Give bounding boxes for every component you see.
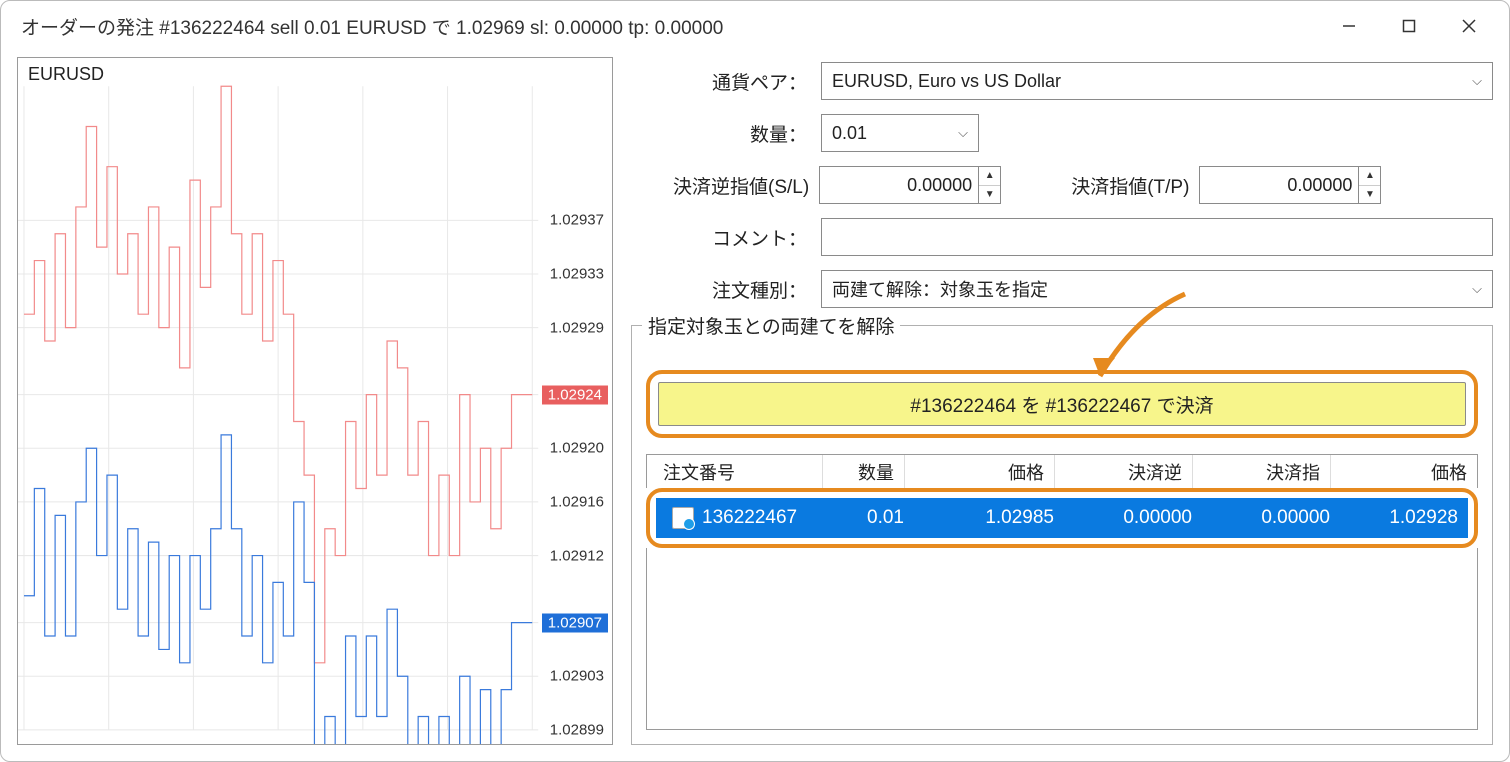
symbol-combo[interactable]: EURUSD, Euro vs US Dollar ⌵ [821,62,1493,100]
sl-input[interactable]: 0.00000 ▲▼ [819,166,1001,204]
close-by-button[interactable]: #136222464 を #136222467 で決済 [658,382,1466,426]
minimize-icon [1342,19,1356,33]
cell-price: 1.02985 [985,507,1054,529]
arrow-down-icon[interactable]: ▼ [1359,186,1380,204]
window-controls [1319,6,1499,46]
content: EURUSD 1.029371.029331.029291.029241.029… [1,51,1509,761]
cell-order: 136222467 [702,507,797,529]
chevron-down-icon: ⌵ [1472,73,1482,89]
close-button-highlight: #136222464 を #136222467 で決済 [646,370,1478,438]
chevron-down-icon: ⌵ [958,125,968,141]
bid-price-tag: 1.02907 [542,613,608,632]
cell-price2: 1.02928 [1389,507,1458,529]
chart-canvas [18,58,612,744]
tp-value: 0.00000 [1200,175,1358,196]
arrow-down-icon[interactable]: ▼ [979,186,1000,204]
symbol-value: EURUSD, Euro vs US Dollar [832,71,1061,92]
cell-volume: 0.01 [867,507,904,529]
comment-input[interactable] [821,218,1493,256]
volume-value: 0.01 [832,123,867,144]
maximize-button[interactable] [1379,6,1439,46]
cell-sl: 0.00000 [1123,507,1192,529]
window-title: オーダーの発注 #136222464 sell 0.01 EURUSD で 1.… [21,13,1319,40]
close-by-button-label: #136222464 を #136222467 で決済 [910,391,1213,418]
col-tp: 決済指 [1193,455,1331,488]
volume-label: 数量： [631,120,807,147]
col-order: 注文番号 [647,455,823,488]
cell-tp: 0.00000 [1261,507,1330,529]
chart-symbol-label: EURUSD [28,64,104,85]
titlebar: オーダーの発注 #136222464 sell 0.01 EURUSD で 1.… [1,1,1509,51]
price-chart[interactable]: EURUSD 1.029371.029331.029291.029241.029… [17,57,613,745]
symbol-label: 通貨ペア： [631,68,807,95]
col-price: 価格 [905,455,1055,488]
tp-input[interactable]: 0.00000 ▲▼ [1199,166,1381,204]
tp-label: 決済指値(T/P) [1071,172,1189,199]
sl-label: 決済逆指値(S/L) [673,172,809,199]
volume-combo[interactable]: 0.01 ⌵ [821,114,979,152]
positions-table-header: 注文番号 数量 価格 決済逆 決済指 価格 [646,454,1478,488]
order-form: 通貨ペア： EURUSD, Euro vs US Dollar ⌵ 数量： 0.… [631,57,1493,745]
close-icon [1461,18,1477,34]
close-by-fieldset: 指定対象玉との両建てを解除 #136222464 を #136222467 で決… [631,325,1493,745]
sl-value: 0.00000 [820,175,978,196]
comment-label: コメント： [631,224,807,251]
col-price2: 価格 [1331,455,1477,488]
minimize-button[interactable] [1319,6,1379,46]
type-value: 両建て解除：対象玉を指定 [832,276,1048,302]
arrow-up-icon[interactable]: ▲ [979,167,1000,186]
chevron-down-icon: ⌵ [1472,281,1482,297]
table-row[interactable]: 136222467 0.01 1.02985 0.00000 0.00000 1… [656,498,1468,538]
positions-table-body[interactable] [646,548,1478,730]
col-volume: 数量 [823,455,905,488]
arrow-up-icon[interactable]: ▲ [1359,167,1380,186]
maximize-icon [1402,19,1416,33]
selected-row-highlight: 136222467 0.01 1.02985 0.00000 0.00000 1… [646,488,1478,548]
close-button[interactable] [1439,6,1499,46]
order-window: オーダーの発注 #136222464 sell 0.01 EURUSD で 1.… [0,0,1510,762]
col-sl: 決済逆 [1055,455,1193,488]
type-label: 注文種別： [631,276,807,303]
ask-price-tag: 1.02924 [542,385,608,404]
order-type-combo[interactable]: 両建て解除：対象玉を指定 ⌵ [821,270,1493,308]
order-icon [672,507,694,529]
fieldset-legend: 指定対象玉との両建てを解除 [642,312,900,339]
